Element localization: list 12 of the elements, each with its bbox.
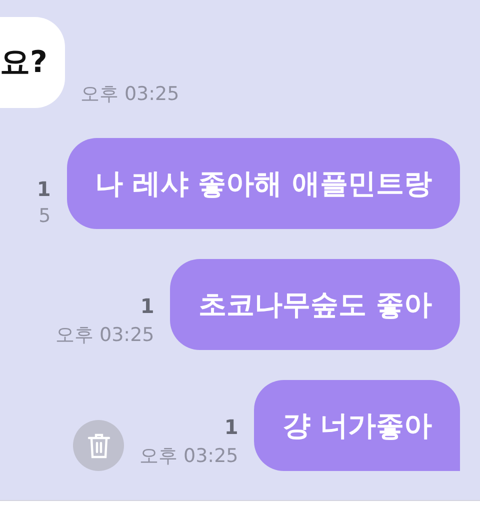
message-time: 오후 03:25 [55, 323, 154, 348]
unread-count: 1 [36, 177, 51, 201]
message-bubble: 걍 너가좋아 [254, 380, 460, 471]
unread-count: 1 [224, 415, 238, 439]
message-time: 5 [38, 205, 51, 227]
message-time: 오후 03:25 [80, 82, 180, 107]
message-time: 오후 03:25 [139, 444, 238, 469]
message-bubble: 초코나무숲도 좋아 [170, 259, 460, 350]
message-bubble: 요? [0, 17, 66, 108]
trash-icon [86, 432, 111, 458]
unread-count: 1 [140, 294, 154, 318]
message-bubble: 나 레샤 좋아해 애플민트랑 [66, 138, 460, 229]
